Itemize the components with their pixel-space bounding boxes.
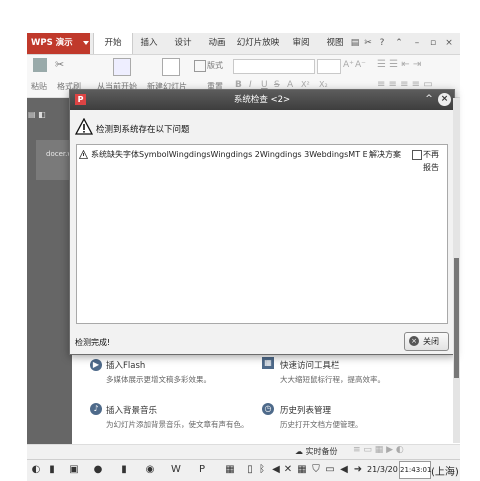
chevron-up-icon[interactable]: ^ — [423, 93, 435, 106]
dont-report-label[interactable]: 不再报告 — [423, 148, 445, 174]
card-sub: 多媒体展示更增文稿多彩效果。 — [106, 375, 211, 384]
subscript-button[interactable]: X₂ — [319, 80, 328, 89]
history-icon: ◷ — [262, 403, 274, 415]
close-icon[interactable]: × — [438, 93, 451, 106]
tab-home[interactable]: 开始 — [93, 33, 133, 54]
dont-report-checkbox[interactable] — [412, 150, 422, 160]
font-shrink-button[interactable]: A⁻ — [355, 60, 366, 70]
spreadsheet-icon[interactable]: ▦ — [223, 463, 237, 477]
clock-location: (上海) — [431, 467, 459, 478]
toolbar-icon: ▦ — [262, 357, 274, 369]
app-menu-button[interactable]: WPS 演示 — [27, 33, 90, 54]
scrollbar-thumb[interactable] — [454, 258, 459, 378]
clock-time[interactable]: 21:43:01 — [399, 461, 431, 479]
superscript-button[interactable]: X² — [301, 80, 310, 89]
minimize-icon[interactable]: – — [411, 37, 423, 50]
bullets-icon[interactable]: ☰ ☰ ⇤ ⇥ — [377, 59, 421, 70]
layout-icon — [194, 60, 206, 72]
paste-button[interactable]: 粘贴 — [31, 81, 47, 92]
app-name: WPS 演示 — [31, 38, 73, 48]
collapse-ribbon-icon[interactable]: ⌃ — [393, 37, 405, 50]
browser-icon[interactable]: ● — [91, 463, 105, 477]
issue-text: 系统缺失字体SymbolWingdingsWingdings 2Wingding… — [91, 150, 367, 159]
display-icon[interactable]: ▭ — [323, 463, 337, 477]
start-page-content: ▶ 插入Flash 多媒体展示更增文稿多彩效果。 ▦ 快速访问工具栏 大大缩短鼠… — [72, 353, 452, 443]
terminal-icon[interactable]: ▮ — [117, 463, 131, 477]
status-bar: ☁ 实时备份 ≡ ▭ ▦ ▶ ◐ — [27, 444, 460, 459]
flash-icon: ▶ — [90, 359, 102, 371]
network-icon[interactable]: ▦ — [295, 463, 309, 477]
outline-tabs[interactable]: ▤ ◧ — [28, 110, 68, 120]
dialog-titlebar[interactable]: P 系统检查 <2> ^ × — [70, 90, 454, 110]
start-menu-icon[interactable]: ◐ — [29, 463, 43, 477]
tab-insert[interactable]: 插入 — [133, 33, 165, 54]
font-name-select[interactable] — [233, 59, 315, 74]
settings-icon[interactable]: ◉ — [143, 463, 157, 477]
layout-button[interactable]: 版式 — [207, 60, 223, 71]
card-sub: 为幻灯片添加背景音乐，使文章有声有色。 — [106, 420, 249, 429]
close-button[interactable]: × 关闭 — [404, 332, 449, 351]
music-icon: ♪ — [90, 403, 102, 415]
system-check-dialog: P 系统检查 <2> ^ × 检测到系统存在以下问题 系统缺失字体SymbolW… — [69, 89, 455, 355]
help-icon[interactable]: ? — [375, 37, 389, 50]
tab-animation[interactable]: 动画 — [201, 33, 233, 54]
mute-icon[interactable]: ✕ — [281, 463, 295, 477]
font-grow-button[interactable]: A⁺ — [343, 60, 354, 70]
clock-date[interactable]: 21/3/20 — [367, 465, 398, 474]
close-button-label: 关闭 — [423, 337, 439, 346]
tab-view[interactable]: 视图 — [319, 33, 351, 54]
chevron-down-icon — [83, 41, 89, 45]
close-window-icon[interactable]: × — [443, 37, 455, 50]
card-sub: 历史打开文档方便管理。 — [280, 420, 363, 429]
tab-slideshow[interactable]: 幻灯片放映 — [233, 33, 283, 54]
card-title[interactable]: 快速访问工具栏 — [280, 359, 340, 371]
warning-icon — [79, 150, 88, 159]
app-titlebar: WPS 演示 开始 插入 设计 动画 幻灯片放映 审阅 视图 ▤ ✂ ? ⌃ –… — [27, 33, 460, 55]
tab-review[interactable]: 审阅 — [285, 33, 317, 54]
slideshow-icon[interactable] — [113, 58, 131, 76]
card-sub: 大大缩短鼠标行程，提高效率。 — [280, 375, 385, 384]
font-size-select[interactable] — [317, 59, 341, 74]
warning-icon — [75, 118, 93, 135]
card-title[interactable]: 插入Flash — [106, 359, 145, 371]
check-status: 检测完成! — [75, 338, 111, 347]
vertical-scrollbar[interactable] — [453, 98, 460, 443]
slide-thumbnail[interactable]: docer.w — [36, 140, 73, 180]
speaker-icon[interactable]: ◀ — [337, 463, 351, 477]
card-title[interactable]: 插入背景音乐 — [106, 404, 157, 416]
card-title[interactable]: 历史列表管理 — [280, 404, 331, 416]
close-icon: × — [409, 336, 419, 346]
shield-icon[interactable]: ⛉ — [309, 463, 323, 477]
paste-icon[interactable] — [33, 58, 47, 72]
solution-link[interactable]: 解决方案 — [369, 148, 401, 161]
backup-status[interactable]: ☁ 实时备份 — [295, 446, 338, 457]
arrow-icon[interactable]: ➜ — [351, 463, 365, 477]
bluetooth-icon[interactable]: ᛒ — [255, 463, 269, 477]
app-launcher-icon[interactable]: ▮ — [45, 463, 59, 477]
writer-icon[interactable]: W — [169, 463, 183, 477]
presentation-icon[interactable]: P — [195, 463, 209, 477]
view-icons[interactable]: ≡ ▭ ▦ ▶ ◐ — [353, 445, 404, 455]
taskbar: ◐ ▮ ▣ ● ▮ ◉ W P ▦ ▯ ᛒ ◀ ✕ ▦ ⛉ ▭ ◀ ➜ 21/3… — [27, 459, 460, 481]
issue-list: 系统缺失字体SymbolWingdingsWingdings 2Wingding… — [76, 144, 448, 324]
tab-design[interactable]: 设计 — [167, 33, 199, 54]
cut-icon[interactable]: ✂ — [55, 58, 67, 71]
file-manager-icon[interactable]: ▣ — [67, 463, 81, 477]
restore-icon[interactable]: ▫ — [427, 37, 439, 50]
new-slide-icon[interactable] — [162, 58, 180, 76]
dialog-title: 系统检查 <2> — [233, 95, 291, 105]
shirt-icon[interactable]: ✂ — [362, 37, 374, 50]
dialog-heading: 检测到系统存在以下问题 — [96, 125, 190, 135]
list-item[interactable]: 系统缺失字体SymbolWingdingsWingdings 2Wingding… — [79, 148, 445, 172]
skin-icon[interactable]: ▤ — [349, 37, 361, 50]
